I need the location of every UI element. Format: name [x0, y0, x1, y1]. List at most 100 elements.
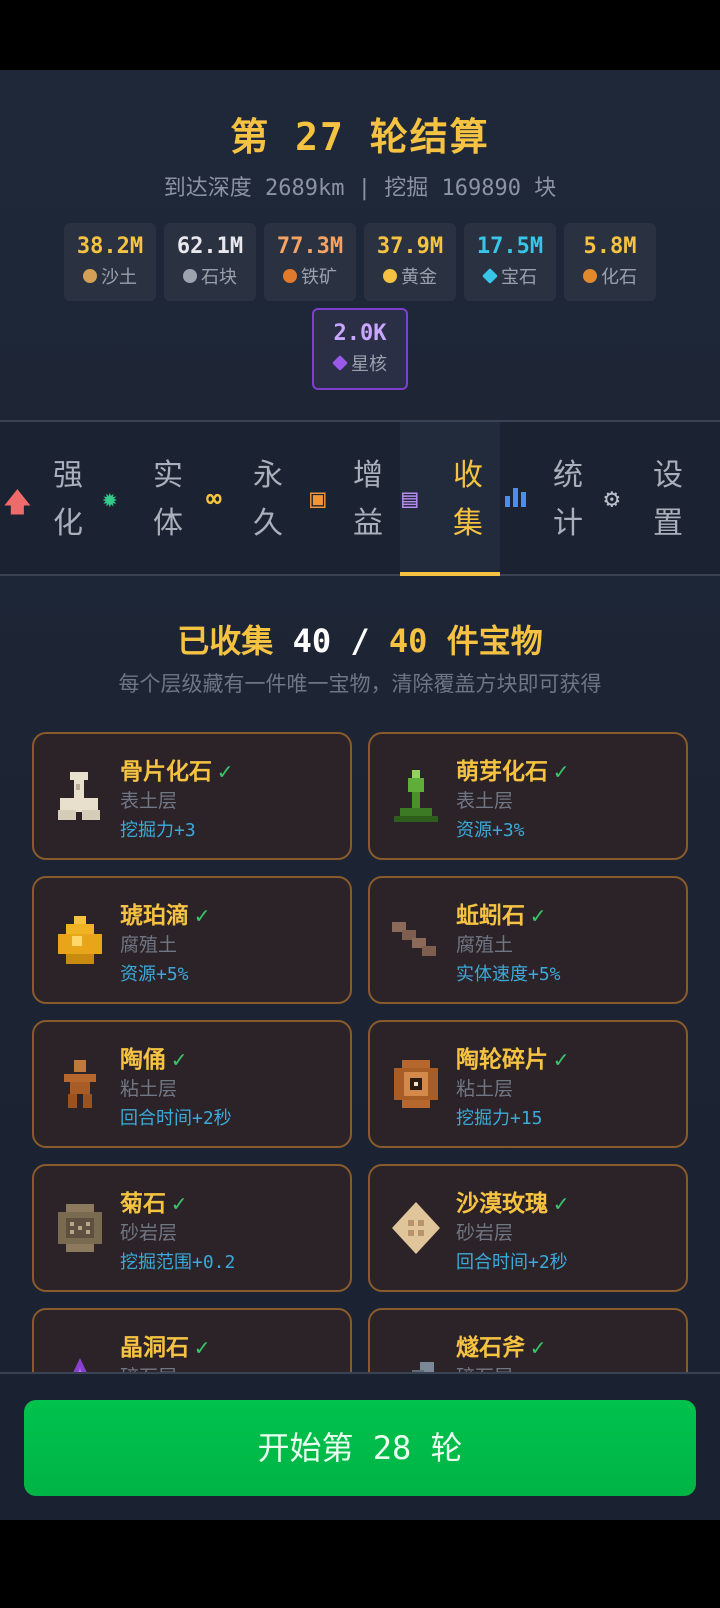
tab-buff[interactable]: ▣ 增益: [300, 422, 400, 574]
treasure-layer: 粘土层: [120, 1078, 178, 1100]
treasure-card[interactable]: 晶洞石✓ 碎石层: [32, 1308, 352, 1372]
treasure-bonus: 挖掘力+3: [120, 820, 196, 841]
treasure-name: 萌芽化石: [456, 759, 548, 785]
collection-list-icon: ▤: [402, 484, 418, 514]
tab-settings[interactable]: ⚙ 设置: [600, 422, 720, 574]
bone-fossil-icon: [58, 772, 100, 820]
resource-card-fossil: 5.8M 化石: [564, 223, 656, 301]
treasure-card[interactable]: 沙漠玫瑰 ✓ 砂岩层 回合时间+2秒: [368, 1164, 688, 1292]
treasure-bonus: 资源+3%: [456, 820, 525, 841]
entity-gear-icon: ✹: [102, 484, 118, 514]
tab-label: 强化: [53, 458, 83, 541]
treasure-layer: 表土层: [120, 790, 178, 812]
tab-label: 设置: [653, 458, 683, 541]
resource-card-gold: 37.9M 黄金: [364, 223, 456, 301]
treasure-card[interactable]: 琥珀滴 ✓ 腐殖土 资源+5%: [32, 876, 352, 1004]
sprout-fossil-icon: [394, 770, 438, 822]
treasure-name: 骨片化石: [120, 759, 212, 785]
bottom-bar: 开始第 28 轮: [0, 1372, 720, 1520]
treasure-layer: 砂岩层: [456, 1222, 514, 1244]
treasure-name: 陶俑: [120, 1047, 166, 1073]
resource-label: 铁矿: [301, 267, 337, 288]
terracotta-figure-icon: [64, 1060, 96, 1108]
amber-drop-icon: [58, 916, 102, 964]
treasure-layer: 粘土层: [456, 1078, 514, 1100]
resource-row: 38.2M 沙土 62.1M 石块 77.3M 铁矿 37.9M 黄金 17.5…: [64, 223, 656, 301]
treasure-bonus: 实体速度+5%: [456, 964, 561, 985]
desert-rose-icon: [392, 1202, 440, 1254]
check-icon: ✓: [195, 1335, 209, 1361]
sand-icon: [83, 269, 97, 283]
treasure-layer: 腐殖土: [120, 934, 178, 956]
start-next-round-button[interactable]: 开始第 28 轮: [24, 1400, 696, 1496]
treasure-name: 陶轮碎片: [456, 1047, 548, 1073]
resource-card-gem: 17.5M 宝石: [464, 223, 556, 301]
resource-label: 化石: [601, 267, 637, 288]
page-title: 第 27 轮结算: [230, 115, 490, 159]
gold-icon: [383, 269, 397, 283]
iron-ore-icon: [283, 269, 297, 283]
check-icon: ✓: [172, 1191, 186, 1217]
resource-label: 星核: [351, 354, 387, 375]
treasure-name: 晶洞石: [120, 1335, 189, 1361]
treasure-bonus: 资源+5%: [120, 964, 189, 985]
treasure-name: 琥珀滴: [120, 903, 189, 929]
treasure-card[interactable]: 蚯蚓石 ✓ 腐殖土 实体速度+5%: [368, 876, 688, 1004]
tab-collection[interactable]: ▤ 收集: [400, 422, 500, 576]
settlement-screen: 第 27 轮结算 到达深度 2689km | 挖掘 169890 块 38.2M…: [0, 70, 720, 1520]
resource-card-sand: 38.2M 沙土: [64, 223, 156, 301]
treasure-name: 菊石: [120, 1191, 166, 1217]
check-icon: ✓: [195, 903, 209, 929]
resource-value: 2.0K: [333, 321, 387, 346]
buff-chest-icon: ▣: [310, 484, 326, 514]
treasure-bonus: 挖掘力+15: [456, 1108, 543, 1129]
treasure-name: 燧石斧: [456, 1335, 525, 1361]
round-header: 第 27 轮结算 到达深度 2689km | 挖掘 169890 块 38.2M…: [0, 70, 720, 420]
stats-chart-icon: [504, 484, 528, 515]
geode-icon: [73, 1358, 87, 1372]
resource-value: 37.9M: [376, 234, 444, 259]
tab-label: 收集: [453, 458, 483, 541]
treasure-layer: 碎石层: [120, 1362, 177, 1372]
collected-count: 40: [292, 622, 332, 660]
check-icon: ✓: [531, 903, 545, 929]
check-icon: ✓: [531, 1335, 545, 1361]
tab-permanent[interactable]: ∞ 永久: [200, 422, 300, 574]
tab-upgrade[interactable]: 🡅 强化: [0, 422, 100, 574]
check-icon: ✓: [554, 759, 568, 785]
treasure-bonus: 挖掘范围+0.2: [120, 1252, 236, 1273]
resource-value: 77.3M: [276, 234, 344, 259]
treasure-layer: 砂岩层: [120, 1222, 178, 1244]
resource-value: 38.2M: [76, 234, 144, 259]
resource-card-stone: 62.1M 石块: [164, 223, 256, 301]
resource-value: 17.5M: [476, 234, 544, 259]
collection-title: 已收集 40 / 40 件宝物: [177, 622, 543, 660]
tab-entity[interactable]: ✹ 实体: [100, 422, 200, 574]
treasure-layer: 表土层: [456, 790, 514, 812]
tab-label: 实体: [153, 458, 183, 541]
treasure-card[interactable]: 陶俑 ✓ 粘土层 回合时间+2秒: [32, 1020, 352, 1148]
ammonite-icon: [58, 1204, 102, 1252]
treasure-card[interactable]: 菊石 ✓ 砂岩层 挖掘范围+0.2: [32, 1164, 352, 1292]
upgrade-arrow-icon: 🡅: [4, 488, 31, 518]
tab-label: 统计: [553, 458, 583, 541]
fossil-icon: [583, 269, 597, 283]
round-summary: 到达深度 2689km | 挖掘 169890 块: [163, 176, 557, 201]
treasure-name: 沙漠玫瑰: [456, 1191, 548, 1217]
treasure-name: 蚯蚓石: [456, 903, 525, 929]
treasure-card[interactable]: 燧石斧✓ 碎石层: [368, 1308, 688, 1372]
treasure-bonus: 回合时间+2秒: [120, 1108, 232, 1129]
tab-stats[interactable]: 统计: [500, 422, 600, 574]
total-count: 40: [388, 622, 428, 660]
tab-label: 永久: [253, 458, 283, 541]
treasure-card[interactable]: 陶轮碎片 ✓ 粘土层 挖掘力+15: [368, 1020, 688, 1148]
check-icon: ✓: [554, 1191, 568, 1217]
resource-value: 62.1M: [176, 234, 244, 259]
tab-label: 增益: [353, 458, 383, 541]
resource-label: 黄金: [401, 267, 437, 288]
treasure-bonus: 回合时间+2秒: [456, 1252, 568, 1273]
resource-label: 沙土: [101, 267, 137, 288]
star-core-icon: [332, 355, 348, 371]
treasure-card[interactable]: 萌芽化石 ✓ 表土层 资源+3%: [368, 732, 688, 860]
treasure-card[interactable]: 骨片化石 ✓ 表土层 挖掘力+3: [32, 732, 352, 860]
